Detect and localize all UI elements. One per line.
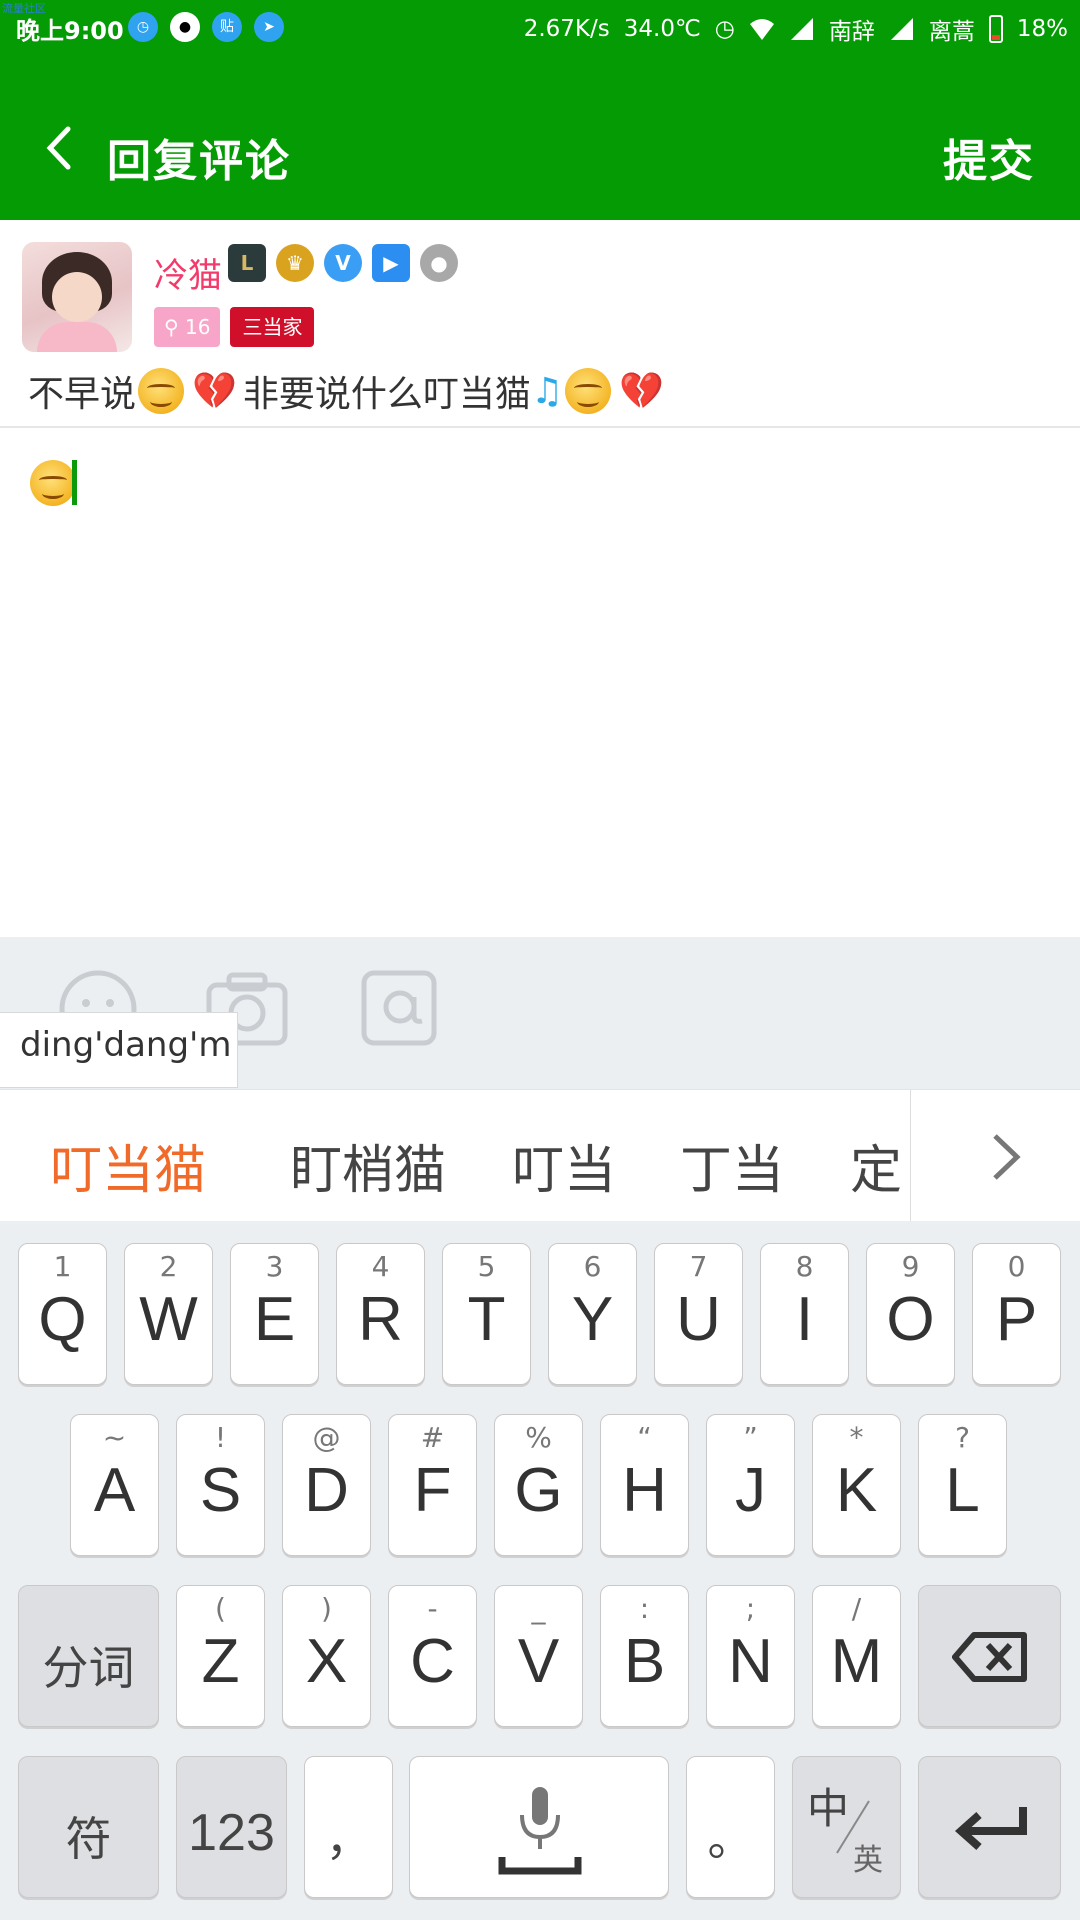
candidate-2[interactable]: 盯梢猫 — [290, 1128, 446, 1203]
key-z[interactable]: (Z — [176, 1585, 265, 1727]
status-bar: 流量社区 晚上9:00 ◷ ● 贴 ➤ 2.67K/s 34.0℃ ◷ 南辞 离… — [0, 0, 1080, 55]
key-r[interactable]: 4R — [336, 1243, 425, 1385]
smirk-emoji-icon — [565, 368, 612, 414]
backspace-key[interactable] — [918, 1585, 1061, 1727]
carrier-2: 离蒿 — [928, 19, 975, 45]
space-key[interactable] — [409, 1756, 669, 1898]
key-y[interactable]: 6Y — [548, 1243, 637, 1385]
title-tag: 三当家 — [230, 307, 315, 347]
comma-key[interactable]: ， — [304, 1756, 393, 1898]
level-number: 16 — [185, 315, 211, 339]
key-o[interactable]: 9O — [866, 1243, 955, 1385]
candidate-1[interactable]: 叮当猫 — [50, 1128, 206, 1203]
send-icon: ➤ — [254, 12, 284, 42]
text-cursor — [72, 460, 77, 505]
medal-badge-icon: ♛ — [276, 244, 314, 282]
key-l[interactable]: ? L — [918, 1414, 1007, 1556]
key-e[interactable]: 3E — [230, 1243, 319, 1385]
candidate-3[interactable]: 叮当 — [512, 1128, 616, 1203]
enter-key[interactable] — [918, 1756, 1061, 1898]
key-x[interactable]: ) X — [282, 1585, 371, 1727]
tieba-icon: 贴 — [212, 12, 242, 42]
user-badges: L ♛ V ▶ ● — [228, 244, 458, 282]
comment-part-1: 不早说 — [28, 374, 137, 415]
enter-icon — [954, 1807, 1027, 1850]
key-h[interactable]: “H — [600, 1414, 689, 1556]
smirk-emoji-icon — [138, 368, 185, 414]
chevron-right-icon — [993, 1134, 1021, 1180]
battery-icon — [988, 15, 1003, 43]
net-speed: 2.67K/s — [523, 16, 610, 42]
segment-key[interactable]: 分词 — [18, 1585, 159, 1727]
level-tag: ⚲ 16 — [154, 307, 221, 347]
keyboard: 1Q 2W 3E 4R 5T 6Y 7U 8I 9O 0P ~ A ! S @ D #… — [0, 1221, 1080, 1920]
key-n[interactable]: ; N — [706, 1585, 795, 1727]
backspace-icon — [952, 1632, 1027, 1682]
clock-icon: ◷ — [128, 12, 158, 42]
key-b[interactable]: :B — [600, 1585, 689, 1727]
key-k[interactable]: * K — [812, 1414, 901, 1556]
slash-divider-icon — [836, 1800, 870, 1854]
key-u[interactable]: 7U — [654, 1243, 743, 1385]
microphone-icon — [498, 1787, 582, 1875]
alarm-icon: ◷ — [714, 16, 735, 42]
key-i[interactable]: 8I — [760, 1243, 849, 1385]
key-s[interactable]: ! S — [176, 1414, 265, 1556]
candidate-5[interactable]: 定 — [850, 1128, 902, 1203]
lol-badge-icon: L — [228, 244, 266, 282]
comment-text: 不早说 💔 非要说什么叮当猫 ♫ 💔 — [28, 365, 670, 417]
wifi-icon — [749, 19, 774, 40]
video-badge-icon: ▶ — [372, 244, 410, 282]
page-title: 回复评论 — [107, 136, 291, 187]
period-key[interactable]: 。 — [686, 1756, 775, 1898]
key-m[interactable]: / M — [812, 1585, 901, 1727]
submit-button[interactable]: 提交 — [943, 125, 1035, 189]
key-j[interactable]: ” J — [706, 1414, 795, 1556]
comment-part-2: 非要说什么叮当猫 — [242, 374, 531, 415]
qq-icon: ● — [170, 12, 200, 42]
more-candidates-button[interactable] — [910, 1090, 1080, 1222]
smirk-emoji-icon — [30, 460, 76, 506]
reply-input[interactable] — [0, 430, 1080, 935]
silver-medal-icon: ● — [420, 244, 458, 282]
candidate-bar: 叮当猫 盯梢猫 叮当 丁当 定 — [0, 1089, 1080, 1222]
number-key[interactable]: 123 — [176, 1756, 287, 1898]
original-comment: 冷猫 L ♛ V ▶ ● ⚲ 16 三当家 不早说 💔 非要说什么叮当猫 ♫ 💔 — [0, 220, 1080, 428]
key-v[interactable]: _ V — [494, 1585, 583, 1727]
verified-badge-icon: V — [324, 244, 362, 282]
temperature: 34.0℃ — [623, 16, 701, 42]
broken-heart-icon: 💔 — [192, 371, 237, 412]
user-tags: ⚲ 16 三当家 — [154, 307, 315, 347]
music-note-icon: ♫ — [530, 370, 564, 412]
key-w[interactable]: 2W — [124, 1243, 213, 1385]
key-t[interactable]: 5T — [442, 1243, 531, 1385]
avatar[interactable] — [22, 242, 132, 352]
key-c[interactable]: -C — [388, 1585, 477, 1727]
app-bar: 回复评论 提交 — [0, 55, 1080, 220]
key-p[interactable]: 0P — [972, 1243, 1061, 1385]
key-f[interactable]: # F — [388, 1414, 477, 1556]
language-switch-key[interactable]: 中 英 — [792, 1756, 901, 1898]
signal-icon — [890, 18, 913, 40]
pinyin-composition: ding'dang'm — [0, 1012, 238, 1088]
back-arrow-icon[interactable] — [38, 125, 84, 171]
username[interactable]: 冷猫 — [154, 248, 222, 297]
status-time: 晚上9:00 — [16, 17, 124, 45]
key-q[interactable]: 1Q — [18, 1243, 107, 1385]
key-g[interactable]: % G — [494, 1414, 583, 1556]
symbol-key[interactable]: 符 — [18, 1756, 159, 1898]
carrier-1: 南辞 — [828, 19, 875, 45]
broken-heart-icon: 💔 — [619, 371, 664, 412]
at-mention-button-icon[interactable] — [358, 967, 442, 1051]
candidate-4[interactable]: 丁当 — [680, 1128, 784, 1203]
battery-percent: 18% — [1016, 16, 1068, 42]
signal-icon — [790, 18, 813, 40]
key-d[interactable]: @ D — [282, 1414, 371, 1556]
key-a[interactable]: ~ A — [70, 1414, 159, 1556]
